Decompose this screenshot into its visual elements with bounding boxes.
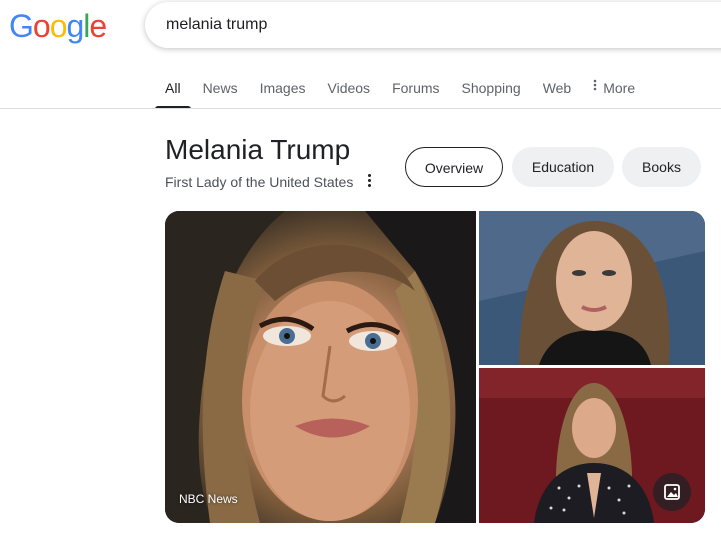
portrait-image-bottom[interactable] — [479, 368, 705, 523]
logo-letter: o — [32, 8, 51, 44]
vertical-dots-icon — [593, 78, 597, 92]
tab-label: More — [603, 80, 636, 96]
tabs-divider — [0, 108, 721, 109]
image-source-label: NBC News — [179, 492, 238, 506]
search-box[interactable]: melania trump — [145, 2, 721, 48]
tab-label: All — [165, 80, 181, 96]
chip-overview[interactable]: Overview — [405, 147, 503, 187]
tab-news[interactable]: News — [203, 78, 238, 109]
tab-label: Videos — [327, 80, 371, 96]
knowledge-panel-subtitle: First Lady of the United States — [165, 174, 354, 190]
logo-letter: g — [66, 8, 84, 44]
image-search-icon[interactable] — [653, 473, 691, 511]
tab-label: News — [202, 80, 238, 96]
google-logo[interactable]: Google — [9, 8, 107, 44]
tab-label: Shopping — [461, 80, 521, 96]
main-portrait-image[interactable]: NBC News — [165, 211, 476, 523]
tab-label: Images — [259, 80, 306, 96]
tab-label: Forums — [392, 80, 440, 96]
knowledge-panel-title: Melania Trump — [165, 134, 351, 165]
logo-letter: o — [49, 8, 68, 44]
tab-shopping[interactable]: Shopping — [462, 78, 521, 109]
logo-letter: G — [9, 8, 34, 44]
image-gallery: NBC News — [165, 211, 705, 523]
tab-more[interactable]: More — [593, 78, 635, 109]
tab-forums[interactable]: Forums — [392, 78, 439, 109]
more-vert-icon[interactable] — [364, 170, 374, 190]
chip-education[interactable]: Education — [512, 147, 614, 187]
logo-letter: e — [89, 8, 107, 44]
portrait-image-top[interactable] — [479, 211, 705, 365]
tab-images[interactable]: Images — [260, 78, 306, 109]
search-tabs: All News Images Videos Forums Shopping W… — [155, 78, 657, 109]
tab-all[interactable]: All — [155, 78, 190, 109]
chip-books[interactable]: Books — [622, 147, 701, 187]
tab-web[interactable]: Web — [543, 78, 572, 109]
tab-videos[interactable]: Videos — [328, 78, 371, 109]
search-input[interactable]: melania trump — [166, 16, 267, 34]
tab-label: Web — [542, 80, 572, 96]
